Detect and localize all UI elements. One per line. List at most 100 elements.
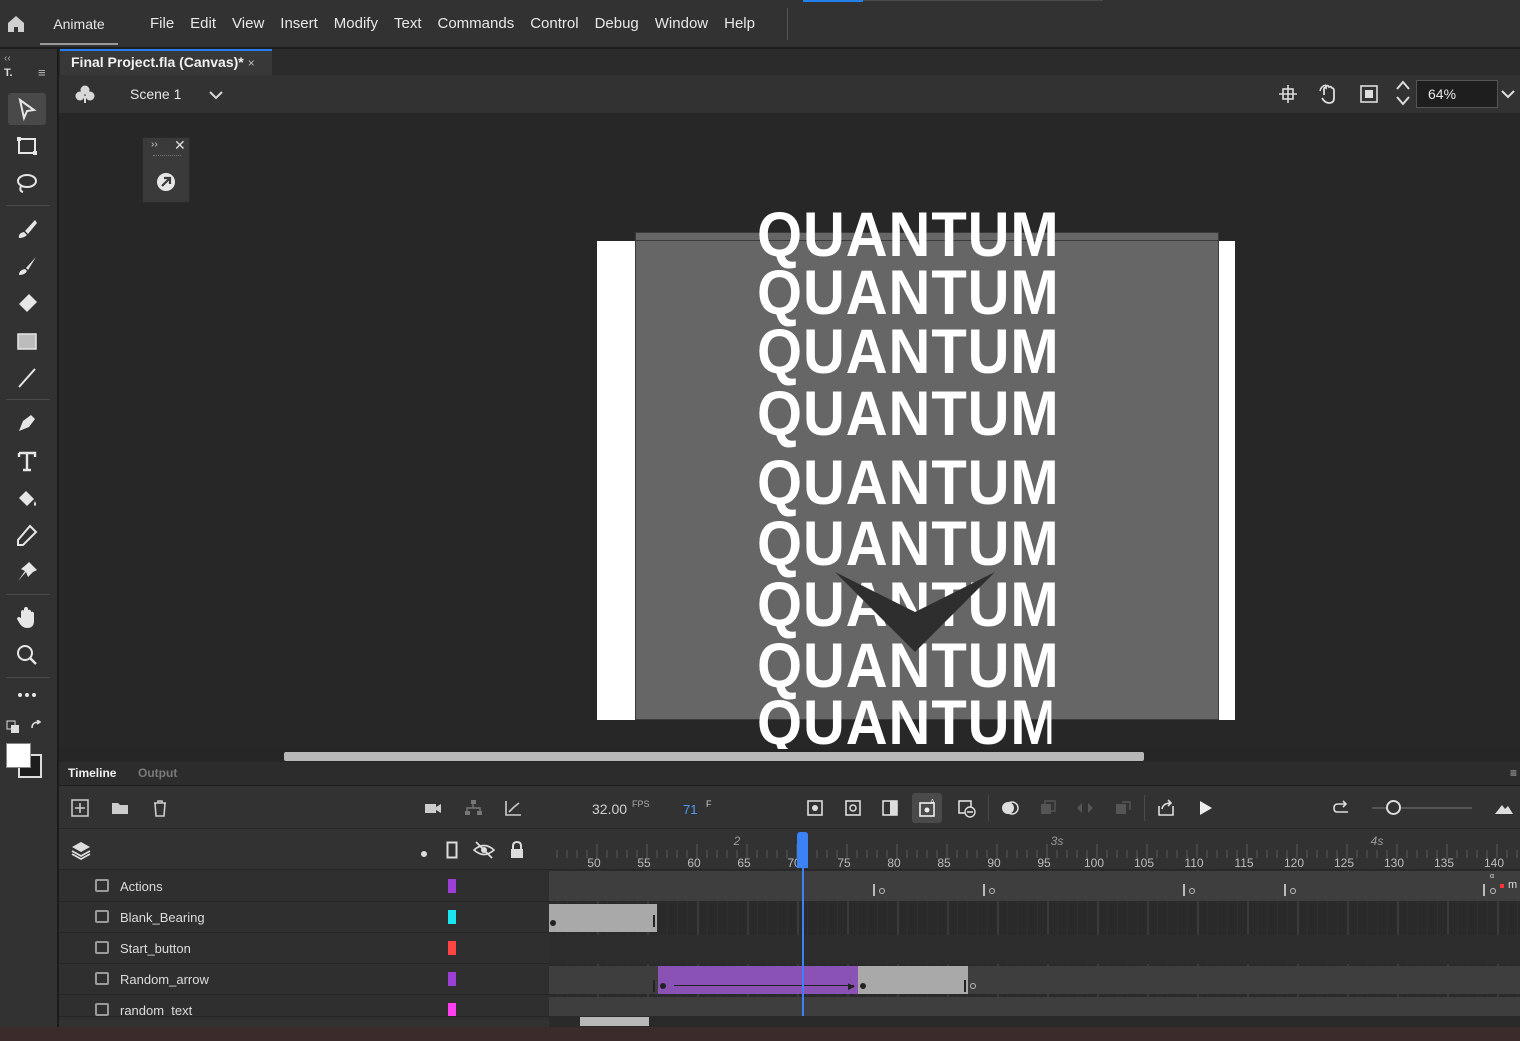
random-arrow-shape[interactable]	[835, 570, 995, 652]
blank-bearing-span[interactable]	[549, 904, 657, 932]
play-icon[interactable]	[1194, 797, 1216, 819]
more-tools-icon[interactable]	[8, 679, 46, 711]
zoom-tool-icon[interactable]	[8, 639, 46, 671]
loop-playback-icon[interactable]	[1112, 797, 1134, 819]
menu-control[interactable]: Control	[522, 0, 586, 48]
scene-icon[interactable]	[74, 84, 96, 104]
quantum-text[interactable]: QUANTUM	[757, 383, 1059, 446]
zoom-stepper-icon[interactable]	[1394, 78, 1412, 108]
paint-brush-tool-icon[interactable]	[8, 213, 46, 245]
menu-commands[interactable]: Commands	[430, 0, 523, 48]
insert-keyframe-icon[interactable]	[804, 797, 826, 819]
layer-name[interactable]: Start_button	[120, 941, 191, 956]
graph-icon[interactable]	[502, 797, 524, 819]
layer-row[interactable]: Start_button	[59, 933, 549, 964]
text-tool-icon[interactable]	[8, 445, 46, 477]
snap-icon[interactable]	[1278, 84, 1298, 104]
pin-tool-icon[interactable]	[8, 556, 46, 588]
new-layer-icon[interactable]	[69, 797, 91, 819]
blank-keyframe[interactable]	[989, 888, 995, 894]
brush-tool-icon[interactable]	[8, 250, 46, 282]
blank-keyframe[interactable]	[1189, 888, 1195, 894]
keyframe-marker[interactable]	[1483, 884, 1485, 896]
keyframe-marker[interactable]	[873, 884, 875, 896]
highlight-icon[interactable]	[420, 845, 428, 857]
onion-skin-icon[interactable]	[999, 797, 1021, 819]
layers-icon[interactable]	[70, 839, 92, 861]
frame-ruler[interactable]: 50 55 60 65 70 75 80 85 90 95 100 105 110 115 120 125 13…	[549, 830, 1520, 870]
panel-menu-icon[interactable]: ≡	[1510, 766, 1517, 780]
expand-icon[interactable]: ››	[151, 139, 158, 150]
timeline-zoom-knob[interactable]	[1386, 800, 1401, 815]
layer-row[interactable]: Random_arrow	[59, 964, 549, 995]
layer-row[interactable]: Blank_Bearing	[59, 902, 549, 933]
insert-frame-icon[interactable]	[879, 797, 901, 819]
layer-name[interactable]: Actions	[120, 879, 163, 894]
quantum-text[interactable]: QUANTUM	[757, 204, 1059, 267]
close-icon[interactable]: ×	[248, 56, 255, 70]
chevron-down-icon[interactable]	[207, 86, 225, 104]
blank-keyframe[interactable]	[1490, 888, 1496, 894]
hand-tool-icon[interactable]	[8, 602, 46, 634]
keyframe-dot[interactable]	[860, 983, 866, 989]
fps-value[interactable]: 32.00	[592, 801, 627, 817]
zoom-dropdown-icon[interactable]	[1499, 85, 1517, 103]
menu-window[interactable]: Window	[647, 0, 716, 48]
current-frame-value[interactable]: 71	[683, 802, 697, 817]
keyframe-dot[interactable]	[550, 920, 556, 926]
reset-view-icon[interactable]	[1331, 797, 1353, 819]
outline-icon[interactable]	[446, 841, 458, 859]
quantum-text[interactable]: QUANTUM	[757, 321, 1059, 384]
default-colors-icon[interactable]	[6, 720, 20, 734]
visibility-icon[interactable]	[472, 840, 496, 860]
quantum-text[interactable]: QUANTUM	[757, 452, 1059, 515]
home-icon[interactable]	[4, 12, 28, 36]
quantum-text[interactable]: QUANTUM	[757, 262, 1059, 325]
line-tool-icon[interactable]	[8, 362, 46, 394]
keyframe-marker[interactable]	[1183, 884, 1185, 896]
menu-text[interactable]: Text	[386, 0, 430, 48]
layer-parenting-icon[interactable]	[462, 797, 484, 819]
layer-color-swatch[interactable]	[448, 879, 456, 893]
delete-layer-icon[interactable]	[149, 797, 171, 819]
tab-timeline[interactable]: Timeline	[68, 766, 116, 780]
start-button-frames[interactable]	[549, 935, 1520, 964]
selection-tool-icon[interactable]	[8, 93, 46, 125]
free-transform-tool-icon[interactable]	[8, 130, 46, 162]
layer-row[interactable]: random_text	[59, 995, 549, 1017]
rectangle-tool-icon[interactable]	[8, 325, 46, 357]
keyframe-marker[interactable]	[983, 884, 985, 896]
zoom-input[interactable]: 64%	[1416, 80, 1498, 108]
tab-output[interactable]: Output	[138, 766, 177, 780]
menu-insert[interactable]: Insert	[272, 0, 326, 48]
layer-color-swatch[interactable]	[448, 1003, 456, 1016]
blank-keyframe[interactable]	[879, 888, 885, 894]
stroke-color-swatch[interactable]	[6, 743, 31, 768]
random-text-frames[interactable]	[549, 997, 1520, 1016]
pen-tool-icon[interactable]	[8, 407, 46, 439]
lock-icon[interactable]	[509, 840, 525, 860]
playhead-handle[interactable]	[797, 832, 808, 868]
collapse-icon[interactable]: ‹‹	[4, 53, 11, 64]
tools-menu-icon[interactable]: ≡	[38, 65, 46, 80]
layer-color-swatch[interactable]	[448, 972, 456, 986]
clip-stage-icon[interactable]	[1358, 83, 1380, 105]
document-tab[interactable]: Final Project.fla (Canvas)* ×	[60, 49, 272, 75]
menu-file[interactable]: File	[142, 0, 182, 48]
static-frames-span[interactable]	[858, 966, 968, 994]
motion-tween-span[interactable]	[658, 966, 858, 994]
export-icon[interactable]	[1155, 797, 1177, 819]
layer-row[interactable]: Actions	[59, 871, 549, 902]
quantum-text[interactable]: QUANTUM	[757, 513, 1059, 576]
auto-keyframe-icon[interactable]: A	[912, 793, 942, 823]
app-name-tab[interactable]: Animate	[40, 0, 118, 45]
eraser-tool-icon[interactable]	[8, 287, 46, 319]
menu-edit[interactable]: Edit	[182, 0, 224, 48]
camera-icon[interactable]	[422, 797, 444, 819]
layer-color-swatch[interactable]	[448, 941, 456, 955]
keyframe-dot[interactable]	[660, 983, 666, 989]
actions-frame-span[interactable]	[549, 871, 1520, 901]
lasso-tool-icon[interactable]	[8, 167, 46, 199]
quantum-text[interactable]: QUANTUM	[757, 693, 1051, 749]
timeline-scroll-thumb[interactable]	[580, 1017, 649, 1026]
